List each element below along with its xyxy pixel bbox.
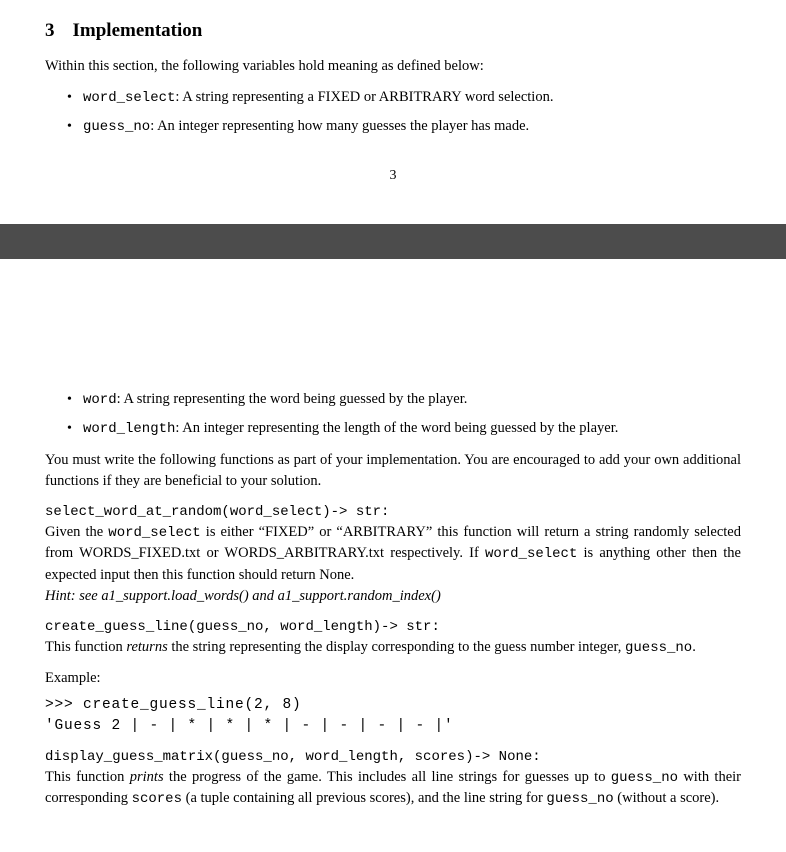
section-title: Implementation: [73, 20, 203, 41]
function-signature: display_guess_matrix(guess_no, word_leng…: [45, 749, 741, 765]
variable-list-2: word: A string representing the word bei…: [45, 389, 741, 440]
code-example: >>> create_guess_line(2, 8) 'Guess 2 | -…: [45, 695, 741, 737]
instructions-text: You must write the following functions a…: [45, 450, 741, 492]
example-label: Example:: [45, 670, 741, 687]
section-heading: 3 Implementation: [45, 20, 741, 42]
code-var: guess_no: [546, 791, 613, 807]
page-divider: [0, 224, 786, 259]
function-hint: Hint: see a1_support.load_words() and a1…: [45, 586, 741, 607]
page-gap: [0, 259, 786, 389]
function-signature: create_guess_line(guess_no, word_length)…: [45, 619, 741, 635]
var-name: word: [83, 392, 117, 408]
var-desc: : An integer representing how many guess…: [150, 118, 529, 134]
page-1: 3 Implementation Within this section, the…: [0, 0, 786, 214]
intro-text: Within this section, the following varia…: [45, 56, 741, 77]
code-var: scores: [132, 791, 182, 807]
code-var: word_select: [108, 525, 200, 541]
list-item: word: A string representing the word bei…: [83, 389, 741, 411]
page-number: 3: [45, 168, 741, 184]
var-desc: : A string representing a FIXED or ARBIT…: [175, 89, 553, 105]
code-var: word_select: [485, 546, 577, 562]
code-var: guess_no: [625, 640, 692, 656]
var-name: guess_no: [83, 119, 150, 135]
function-description: Given the word_select is either “FIXED” …: [45, 522, 741, 586]
list-item: guess_no: An integer representing how ma…: [83, 116, 741, 138]
var-name: word_length: [83, 421, 175, 437]
var-desc: : An integer representing the length of …: [175, 420, 618, 436]
list-item: word_length: An integer representing the…: [83, 418, 741, 440]
code-var: guess_no: [611, 770, 678, 786]
variable-list-1: word_select: A string representing a FIX…: [45, 87, 741, 138]
function-block-1: select_word_at_random(word_select)-> str…: [45, 504, 741, 607]
page-2: word: A string representing the word bei…: [0, 389, 786, 852]
function-description: This function returns the string represe…: [45, 637, 741, 658]
var-desc: : A string representing the word being g…: [117, 391, 468, 407]
list-item: word_select: A string representing a FIX…: [83, 87, 741, 109]
section-number: 3: [45, 20, 55, 41]
function-description: This function prints the progress of the…: [45, 767, 741, 810]
var-name: word_select: [83, 90, 175, 106]
function-signature: select_word_at_random(word_select)-> str…: [45, 504, 741, 520]
function-block-2: create_guess_line(guess_no, word_length)…: [45, 619, 741, 658]
